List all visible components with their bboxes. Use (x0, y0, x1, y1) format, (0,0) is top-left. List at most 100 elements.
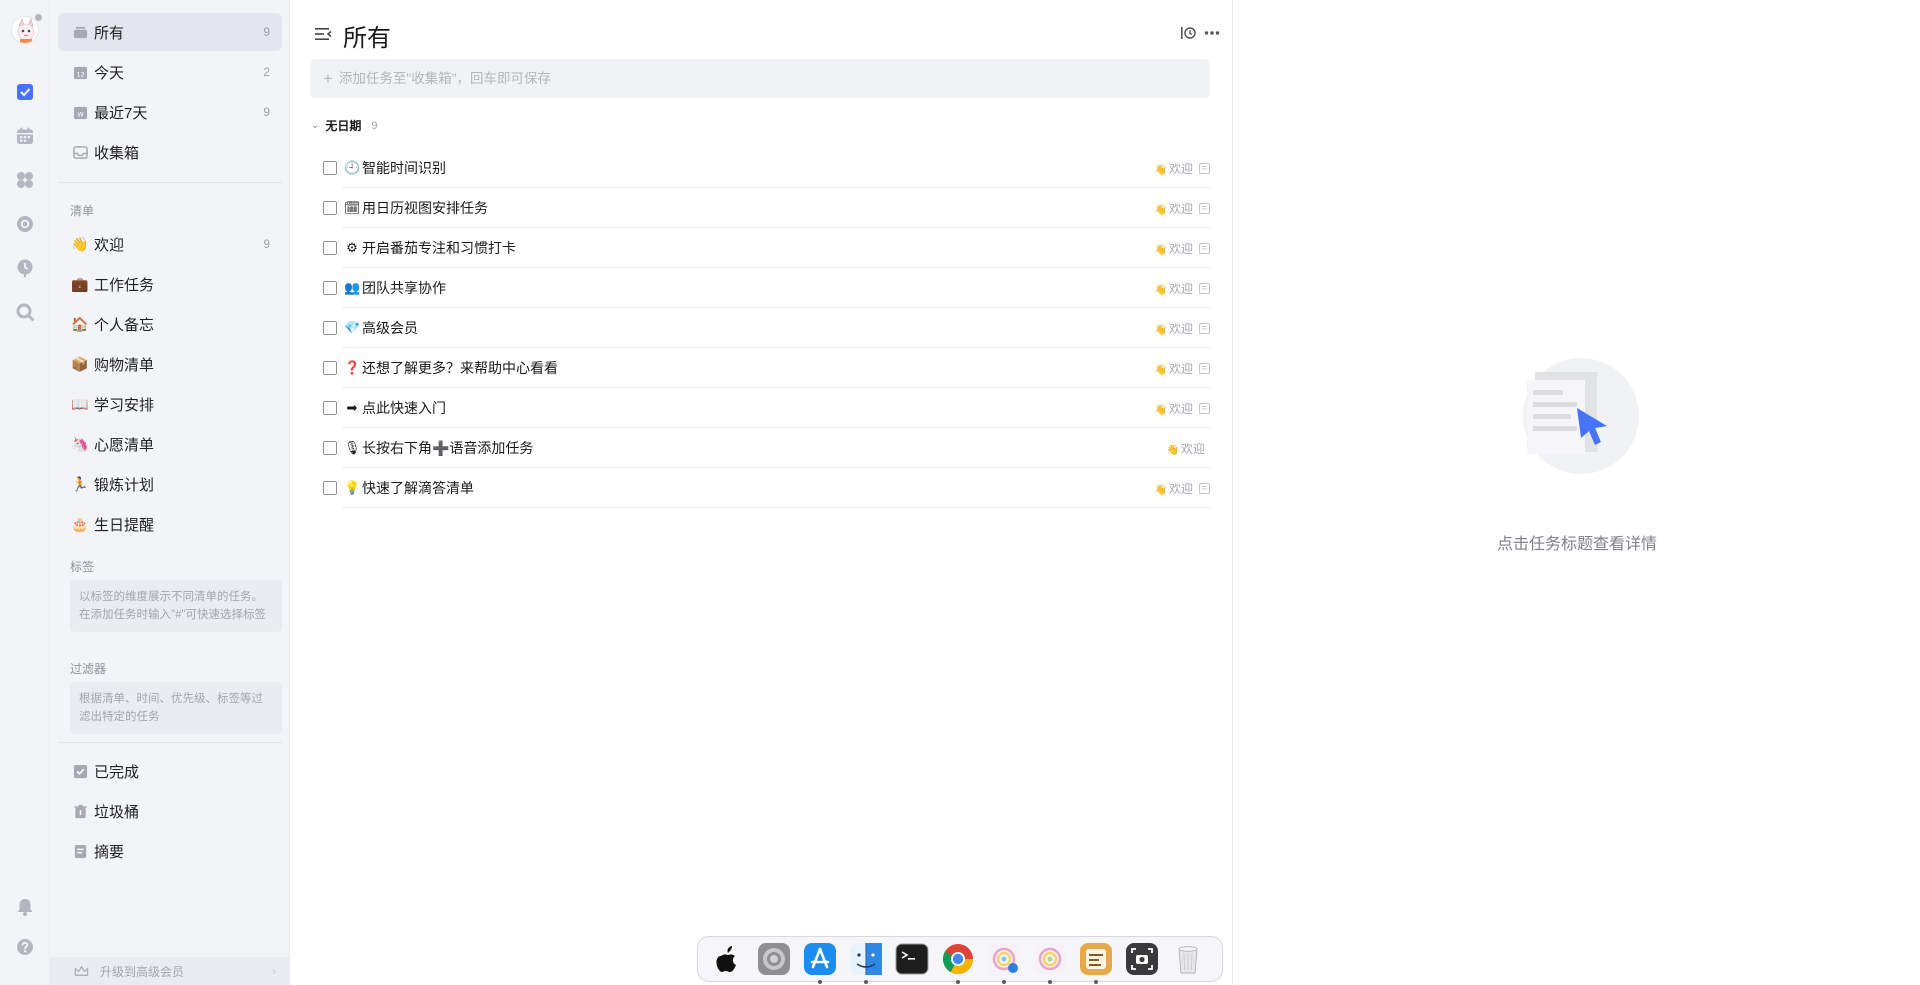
sidebar-item-inbox[interactable]: 收集箱 (58, 133, 282, 171)
completed-icon (72, 763, 88, 779)
dock (697, 936, 1223, 984)
task-list-tag-emoji: 👋 (1154, 165, 1167, 176)
ticktick-icon[interactable] (1077, 940, 1115, 984)
pomodoro-icon[interactable] (13, 212, 37, 236)
task-checkbox[interactable] (323, 361, 337, 375)
sidebar-item-all[interactable]: 所有 9 (58, 13, 282, 51)
help-icon[interactable] (13, 935, 37, 959)
sidebar-item-label: 最近7天 (94, 104, 148, 122)
sidebar-item-label: 学习安排 (94, 396, 155, 414)
task-list-tag-label: 欢迎 (1168, 482, 1193, 496)
task-meta: 👋 欢迎 (1155, 280, 1210, 297)
note-icon (1199, 283, 1210, 294)
finder-icon[interactable] (847, 940, 885, 984)
task-meta: 👋 欢迎 (1155, 360, 1210, 377)
task-list-tag: 👋 欢迎 (1155, 400, 1193, 417)
task-checkbox[interactable] (323, 441, 337, 455)
task-row[interactable]: ➡ 点此快速入门 👋 欢迎 (323, 388, 1211, 428)
task-row[interactable]: ❓ 还想了解更多？来帮助中心看看 👋 欢迎 (323, 348, 1211, 388)
habit-icon[interactable] (13, 256, 37, 280)
app-icon-b[interactable] (1031, 940, 1069, 984)
task-list-tag-emoji: 👋 (1154, 205, 1167, 216)
task-title[interactable]: 还想了解更多？来帮助中心看看 (362, 358, 558, 378)
list-emoji: 💼 (71, 276, 89, 292)
screenshot-icon[interactable] (1123, 940, 1161, 978)
add-task-input[interactable] (338, 71, 1179, 86)
task-checkbox[interactable] (323, 201, 337, 215)
task-list-tag-emoji: 👋 (1154, 245, 1167, 256)
note-icon (1199, 163, 1210, 174)
app-window: 所有 9 12 今天 2 W 最近7天 9 收集箱 清单 👋 欢迎 9 💼 工作… (0, 0, 1920, 985)
sidebar-item-personal[interactable]: 🏠 个人备忘 (58, 305, 282, 343)
notification-bell-icon[interactable] (13, 895, 37, 919)
task-row[interactable]: ⚙ 开启番茄专注和习惯打卡 👋 欢迎 (323, 228, 1211, 268)
task-title[interactable]: 智能时间识别 (362, 158, 446, 178)
task-title[interactable]: 长按右下角➕语音添加任务 (362, 438, 533, 458)
task-list-tag-emoji: 👋 (1154, 485, 1167, 496)
sidebar-item-shopping[interactable]: 📦 购物清单 (58, 345, 282, 383)
app-icon-a[interactable] (985, 940, 1023, 984)
sort-history-icon[interactable] (1179, 24, 1197, 42)
sidebar-item-trash[interactable]: 垃圾桶 (58, 792, 282, 830)
task-list-tag: 👋 欢迎 (1155, 480, 1193, 497)
task-meta: 👋 欢迎 (1155, 480, 1210, 497)
sidebar-item-work[interactable]: 💼 工作任务 (58, 265, 282, 303)
list-emoji: 👋 (71, 236, 89, 252)
upgrade-premium-button[interactable]: 升级到高级会员 › (50, 957, 290, 985)
running-indicator (1048, 980, 1052, 984)
sidebar-item-label: 已完成 (94, 763, 140, 781)
system-settings-icon[interactable] (755, 940, 793, 978)
terminal-icon[interactable] (893, 940, 931, 978)
task-title[interactable]: 团队共享协作 (362, 278, 446, 298)
task-row[interactable]: 🗓 用日历视图安排任务 👋 欢迎 (323, 188, 1211, 228)
sidebar-toggle-icon[interactable] (313, 24, 333, 44)
task-emoji: 💡 (344, 480, 361, 495)
tasks-icon[interactable] (13, 80, 37, 104)
crown-icon (74, 965, 89, 976)
task-checkbox[interactable] (323, 321, 337, 335)
list-emoji: 🏠 (71, 316, 89, 332)
task-checkbox[interactable] (323, 481, 337, 495)
sidebar-item-wishlist[interactable]: 🦄 心愿清单 (58, 425, 282, 463)
task-row[interactable]: 🕘 智能时间识别 👋 欢迎 (323, 148, 1211, 188)
task-title[interactable]: 开启番茄专注和习惯打卡 (362, 238, 516, 258)
task-row[interactable]: 💎 高级会员 👋 欢迎 (323, 308, 1211, 348)
all-lists-icon (72, 24, 88, 40)
sidebar-item-summary[interactable]: 摘要 (58, 832, 282, 870)
sidebar: 所有 9 12 今天 2 W 最近7天 9 收集箱 清单 👋 欢迎 9 💼 工作… (50, 0, 290, 985)
search-icon[interactable] (13, 300, 37, 324)
task-checkbox[interactable] (323, 241, 337, 255)
sidebar-item-label: 工作任务 (94, 276, 155, 294)
sidebar-item-welcome[interactable]: 👋 欢迎 9 (58, 225, 282, 263)
task-checkbox[interactable] (323, 281, 337, 295)
tags-hint: 以标签的维度展示不同清单的任务。在添加任务时输入"#"可快速选择标签 (70, 580, 282, 632)
sidebar-item-exercise[interactable]: 🏃 锻炼计划 (58, 465, 282, 503)
sidebar-item-study[interactable]: 📖 学习安排 (58, 385, 282, 423)
apple-icon[interactable] (709, 940, 747, 978)
more-options-icon[interactable] (1203, 24, 1221, 42)
task-checkbox[interactable] (323, 161, 337, 175)
matrix-icon[interactable] (13, 168, 37, 192)
sidebar-item-birthday[interactable]: 🎂 生日提醒 (58, 505, 282, 543)
app-store-icon[interactable] (801, 940, 839, 984)
task-emoji: 🕘 (344, 160, 361, 175)
list-emoji: 🦄 (71, 436, 89, 452)
calendar-icon[interactable] (13, 124, 37, 148)
chrome-icon[interactable] (939, 940, 977, 984)
task-row[interactable]: 👥 团队共享协作 👋 欢迎 (323, 268, 1211, 308)
task-checkbox[interactable] (323, 401, 337, 415)
task-row[interactable]: 🎙 长按右下角➕语音添加任务 👋 欢迎 (323, 428, 1211, 468)
filters-section-title: 过滤器 (70, 662, 107, 676)
sidebar-item-next-7-days[interactable]: W 最近7天 9 (58, 93, 282, 131)
sidebar-item-completed[interactable]: 已完成 (58, 752, 282, 790)
trash-icon[interactable] (1169, 940, 1207, 978)
add-task-bar[interactable]: + (310, 59, 1210, 98)
task-row[interactable]: 💡 快速了解滴答清单 👋 欢迎 (323, 468, 1211, 508)
group-header-no-date[interactable]: ⌄ 无日期 9 (311, 117, 378, 134)
task-title[interactable]: 点此快速入门 (362, 398, 446, 418)
task-meta: 👋 欢迎 (1155, 240, 1210, 257)
task-title[interactable]: 用日历视图安排任务 (362, 198, 488, 218)
task-title[interactable]: 快速了解滴答清单 (362, 478, 474, 498)
task-title[interactable]: 高级会员 (362, 318, 418, 338)
sidebar-item-today[interactable]: 12 今天 2 (58, 53, 282, 91)
